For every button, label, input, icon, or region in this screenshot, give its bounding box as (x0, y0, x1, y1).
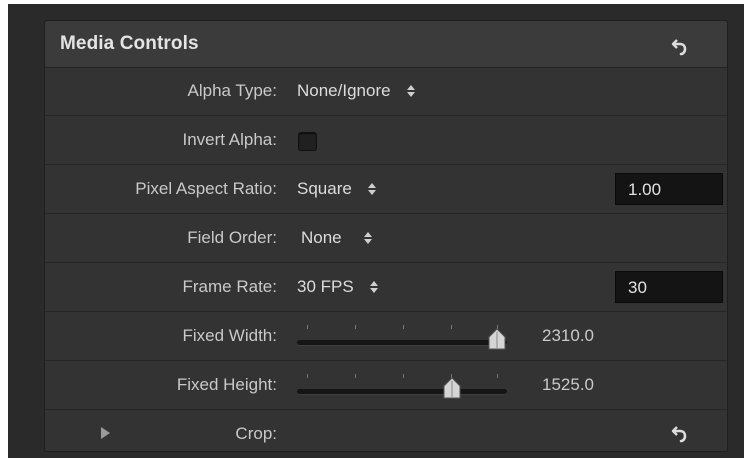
field-order-value: None (301, 228, 342, 247)
popup-arrows-icon (369, 281, 378, 293)
slider-track (297, 340, 507, 345)
row-invert-alpha: Invert Alpha: (45, 116, 727, 165)
slider-tick (307, 325, 308, 329)
disclosure-triangle-icon[interactable] (101, 427, 110, 439)
alpha-type-value: None/Ignore (297, 81, 391, 100)
slider-tick (497, 374, 498, 378)
fixed-height-slider[interactable] (297, 367, 507, 405)
invert-alpha-checkbox[interactable] (298, 132, 317, 151)
pixel-aspect-ratio-popup[interactable]: Square (297, 177, 376, 201)
pixel-aspect-ratio-value: Square (297, 179, 352, 198)
slider-tick (355, 374, 356, 378)
row-frame-rate: Frame Rate: 30 FPS 30 (45, 263, 727, 312)
fixed-width-slider-thumb[interactable] (487, 328, 507, 350)
frame-rate-label: Frame Rate: (182, 277, 277, 296)
row-fixed-width: Fixed Width: 2310.0 (45, 312, 727, 361)
inspector-window: Media Controls Alpha Type: None/Ignore I… (8, 4, 744, 458)
panel-header: Media Controls (45, 21, 727, 68)
frame-rate-value: 30 FPS (297, 277, 354, 296)
fixed-width-value: 2310.0 (542, 326, 594, 345)
pixel-aspect-ratio-field[interactable]: 1.00 (615, 173, 723, 205)
crop-label: Crop: (235, 424, 277, 443)
fixed-width-slider[interactable] (297, 318, 507, 356)
fixed-width-label: Fixed Width: (182, 326, 277, 345)
row-field-order: Field Order: None (45, 214, 727, 263)
media-controls-panel: Media Controls Alpha Type: None/Ignore I… (44, 20, 728, 452)
pixel-aspect-ratio-label: Pixel Aspect Ratio: (135, 179, 277, 198)
row-alpha-type: Alpha Type: None/Ignore (45, 67, 727, 116)
popup-arrows-icon (406, 85, 415, 97)
popup-arrows-icon (367, 183, 376, 195)
popup-arrows-icon (363, 232, 372, 244)
reset-arrow-icon[interactable] (669, 35, 691, 57)
panel-title: Media Controls (60, 33, 199, 54)
alpha-type-label: Alpha Type: (187, 81, 277, 100)
slider-tick (355, 325, 356, 329)
slider-tick (307, 374, 308, 378)
row-pixel-aspect-ratio: Pixel Aspect Ratio: Square 1.00 (45, 165, 727, 214)
slider-track (297, 389, 507, 394)
slider-tick (451, 325, 452, 329)
slider-tick (403, 325, 404, 329)
slider-tick (403, 374, 404, 378)
field-order-label: Field Order: (187, 228, 277, 247)
row-crop: Crop: (45, 410, 727, 452)
frame-rate-field[interactable]: 30 (615, 271, 723, 303)
fixed-height-value: 1525.0 (542, 375, 594, 394)
fixed-height-slider-thumb[interactable] (442, 377, 462, 399)
reset-arrow-icon[interactable] (669, 422, 691, 444)
row-fixed-height: Fixed Height: 1525.0 (45, 361, 727, 410)
alpha-type-popup[interactable]: None/Ignore (297, 79, 415, 103)
field-order-popup[interactable]: None (301, 226, 372, 250)
invert-alpha-label: Invert Alpha: (182, 130, 277, 149)
fixed-height-label: Fixed Height: (176, 375, 277, 394)
frame-rate-popup[interactable]: 30 FPS (297, 275, 378, 299)
